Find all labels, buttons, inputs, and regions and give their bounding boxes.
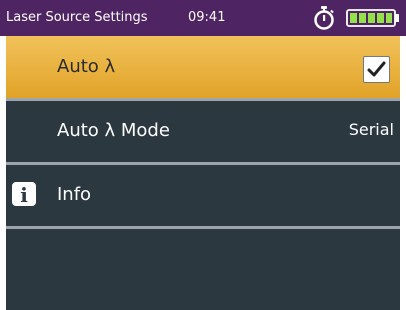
settings-menu: Auto λ Auto λ Mode Serial i Info <box>6 36 400 310</box>
info-icon-glyph: i <box>20 183 28 207</box>
auto-lambda-mode-option[interactable]: Auto λ Mode Serial <box>6 100 400 162</box>
auto-lambda-option[interactable]: Auto λ <box>6 36 400 98</box>
info-icon: i <box>12 182 36 207</box>
status-bar: Laser Source Settings 09:41 <box>0 0 406 36</box>
auto-lambda-mode-value: Serial <box>348 120 394 139</box>
auto-lambda-checkbox[interactable] <box>363 56 390 83</box>
clock-time: 09:41 <box>188 10 226 25</box>
info-option[interactable]: i Info <box>6 164 400 226</box>
battery-icon <box>346 9 399 27</box>
screen-title: Laser Source Settings <box>6 10 148 25</box>
stopwatch-icon <box>314 6 334 30</box>
divider <box>6 226 400 229</box>
auto-lambda-mode-label: Auto λ Mode <box>57 120 170 141</box>
info-label: Info <box>57 184 92 205</box>
auto-lambda-label: Auto λ <box>57 56 116 77</box>
laser-settings-screen: Laser Source Settings 09:41 Auto λ Auto … <box>0 0 406 310</box>
checkbox-check-icon <box>367 61 386 77</box>
